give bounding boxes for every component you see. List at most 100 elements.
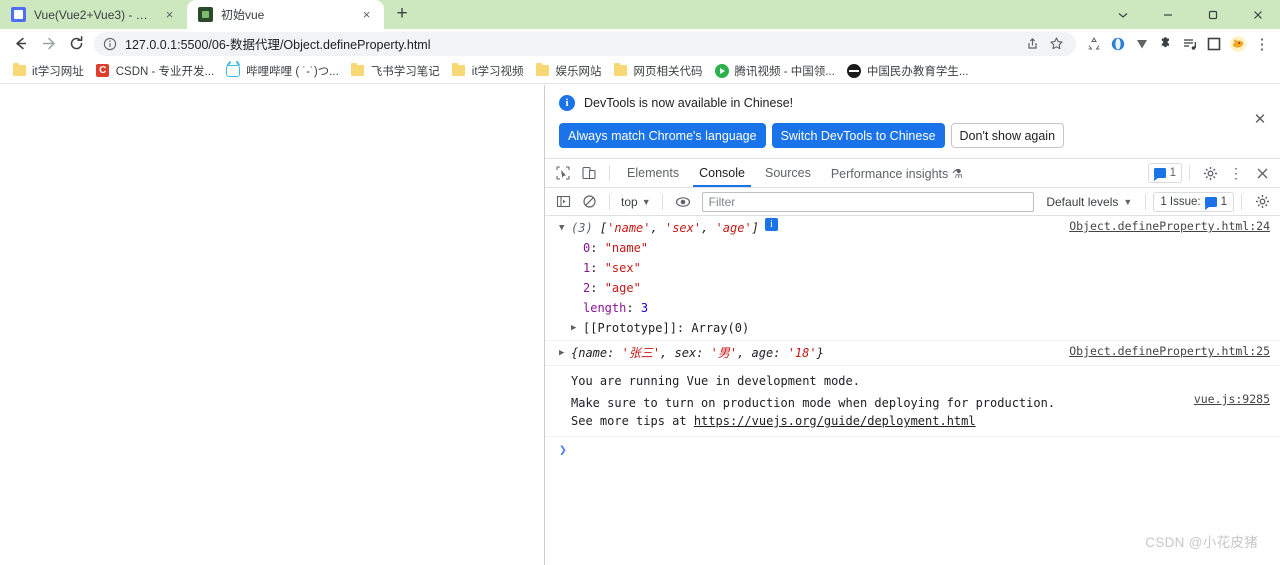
always-match-language-button[interactable]: Always match Chrome's language xyxy=(559,123,766,148)
opera-icon[interactable] xyxy=(1106,32,1130,56)
bookmark-item[interactable]: 网页相关代码 xyxy=(608,60,709,82)
object-value: '18' xyxy=(787,346,817,360)
address-bar[interactable]: 127.0.0.1:5500/06-数据代理/Object.defineProp… xyxy=(94,31,1076,56)
bookmark-item[interactable]: C CSDN - 专业开发... xyxy=(90,60,220,82)
vue-page-icon xyxy=(198,7,213,22)
v-icon[interactable] xyxy=(1130,32,1154,56)
puzzle-icon[interactable] xyxy=(1154,32,1178,56)
devtools-tab-bar: Elements Console Sources Performance ins… xyxy=(545,159,1280,188)
info-icon: i xyxy=(559,95,575,111)
banner-close-icon[interactable]: ✕ xyxy=(1252,111,1268,128)
source-link[interactable]: Object.defineProperty.html:25 xyxy=(1069,344,1270,358)
tab-close-icon[interactable]: × xyxy=(161,6,178,23)
expand-toggle-icon[interactable]: ▼ xyxy=(559,218,571,238)
console-entry-object[interactable]: ▶ { name: '张三', sex: '男', age: '18' } Ob… xyxy=(545,341,1280,366)
browser-menu-icon[interactable]: ⋮ xyxy=(1250,32,1274,56)
site-info-icon[interactable] xyxy=(102,36,118,52)
bookmark-item[interactable]: 腾讯视频 - 中国领... xyxy=(709,60,841,82)
console-entry-text[interactable]: You are running Vue in development mode.… xyxy=(545,366,1280,437)
forward-button[interactable] xyxy=(34,30,62,58)
browser-tab-2[interactable]: 初始vue × xyxy=(187,0,384,29)
window-controls xyxy=(1100,0,1280,29)
bookmark-item[interactable]: 哔哩哔哩 ( ˙-˙)つ... xyxy=(220,60,345,82)
gear-icon[interactable] xyxy=(1249,190,1275,214)
tab-console[interactable]: Console xyxy=(689,159,755,187)
bookmarks-bar: it学习网址 C CSDN - 专业开发... 哔哩哔哩 ( ˙-˙)つ... … xyxy=(0,58,1280,84)
log-levels-select[interactable]: Default levels ▼ xyxy=(1040,195,1138,209)
close-icon[interactable] xyxy=(1249,161,1275,185)
bookmark-item[interactable]: 中国民办教育学生... xyxy=(841,60,975,82)
divider xyxy=(609,193,610,210)
info-badge-icon[interactable]: i xyxy=(764,218,778,231)
expand-toggle-icon[interactable]: ▶ xyxy=(559,343,571,363)
tab-performance-insights[interactable]: Performance insights ⚗ xyxy=(821,159,973,187)
prop-value: "sex" xyxy=(604,261,641,275)
minimize-icon[interactable] xyxy=(1145,0,1190,29)
vertical-dots-icon[interactable]: ⋮ xyxy=(1223,161,1249,185)
console-filter-input[interactable] xyxy=(701,191,1035,212)
bookmark-item[interactable]: 飞书学习笔记 xyxy=(345,60,446,82)
playlist-icon[interactable] xyxy=(1178,32,1202,56)
extension-icons: ⋮ xyxy=(1082,32,1274,56)
console-issues-badge[interactable]: 1 Issue: 1 xyxy=(1153,191,1234,212)
tab-label: Sources xyxy=(764,166,811,180)
bookmark-item[interactable]: it学习网址 xyxy=(6,60,90,82)
bookmark-item[interactable]: it学习视频 xyxy=(446,60,530,82)
execution-context-select[interactable]: top ▼ xyxy=(617,192,655,212)
deployment-doc-link[interactable]: https://vuejs.org/guide/deployment.html xyxy=(694,414,976,428)
switch-devtools-chinese-button[interactable]: Switch DevTools to Chinese xyxy=(771,123,945,148)
device-toolbar-icon[interactable] xyxy=(576,161,602,185)
dog-icon[interactable] xyxy=(1226,32,1250,56)
square-icon[interactable] xyxy=(1202,32,1226,56)
live-expression-icon[interactable] xyxy=(670,190,696,214)
back-button[interactable] xyxy=(6,30,34,58)
bookmark-label: 网页相关代码 xyxy=(633,65,703,78)
prop-key: length xyxy=(583,301,627,315)
bookmark-star-icon[interactable] xyxy=(1044,32,1068,56)
bookmark-label: 腾讯视频 - 中国领... xyxy=(734,65,835,78)
tab-elements[interactable]: Elements xyxy=(617,159,689,187)
browser-tab-1[interactable]: Vue(Vue2+Vue3) - 飞书云文档 × xyxy=(0,0,187,29)
gear-icon[interactable] xyxy=(1197,161,1223,185)
new-tab-button[interactable]: + xyxy=(388,0,416,28)
expand-toggle-icon[interactable]: ▶ xyxy=(571,318,583,338)
array-length-prop: length: 3 xyxy=(545,298,1280,318)
reload-button[interactable] xyxy=(62,30,90,58)
chevron-down-icon[interactable] xyxy=(1100,0,1145,29)
prototype-label: [[Prototype]]: Array(0) xyxy=(583,321,750,335)
console-entry-array[interactable]: ▼ (3) [ 'name' , 'sex' , 'age' ] i 0: "n… xyxy=(545,216,1280,341)
divider xyxy=(609,165,610,181)
array-prop: 2: "age" xyxy=(545,278,1280,298)
bracket-close: ] xyxy=(751,221,759,235)
inspect-cursor-icon[interactable] xyxy=(550,161,576,185)
folder-icon xyxy=(351,63,365,78)
vue-message-line: Make sure to turn on production mode whe… xyxy=(571,396,1056,410)
content-area: i DevTools is now available in Chinese! … xyxy=(0,85,1280,565)
console-sidebar-icon[interactable] xyxy=(550,190,576,214)
tab-title: Vue(Vue2+Vue3) - 飞书云文档 xyxy=(34,8,155,22)
issues-badge[interactable]: 1 xyxy=(1147,163,1182,183)
source-link[interactable]: Object.defineProperty.html:24 xyxy=(1069,219,1270,233)
console-output[interactable]: ▼ (3) [ 'name' , 'sex' , 'age' ] i 0: "n… xyxy=(545,216,1280,565)
recycle-icon[interactable] xyxy=(1082,32,1106,56)
message-icon xyxy=(1153,168,1166,181)
share-icon[interactable] xyxy=(1020,32,1044,56)
tab-sources[interactable]: Sources xyxy=(755,159,821,187)
close-window-icon[interactable] xyxy=(1235,0,1280,29)
maximize-icon[interactable] xyxy=(1190,0,1235,29)
prototype-row[interactable]: ▶ [[Prototype]]: Array(0) xyxy=(545,318,1280,338)
folder-icon xyxy=(536,63,550,78)
bookmark-item[interactable]: 娱乐网站 xyxy=(530,60,608,82)
bilibili-icon xyxy=(226,64,241,78)
devtools-panel: i DevTools is now available in Chinese! … xyxy=(545,85,1280,565)
object-key: sex xyxy=(674,346,697,360)
clear-console-icon[interactable] xyxy=(576,190,602,214)
dont-show-again-button[interactable]: Don't show again xyxy=(950,123,1065,148)
tencent-video-icon xyxy=(714,63,729,78)
bookmark-label: 娱乐网站 xyxy=(555,65,602,78)
tab-close-icon[interactable]: × xyxy=(358,6,375,23)
source-link[interactable]: vue.js:9285 xyxy=(1194,392,1270,406)
bracket-open: [ xyxy=(599,221,608,235)
console-prompt-row[interactable]: ❯ xyxy=(545,437,1280,460)
divider xyxy=(1241,193,1242,210)
